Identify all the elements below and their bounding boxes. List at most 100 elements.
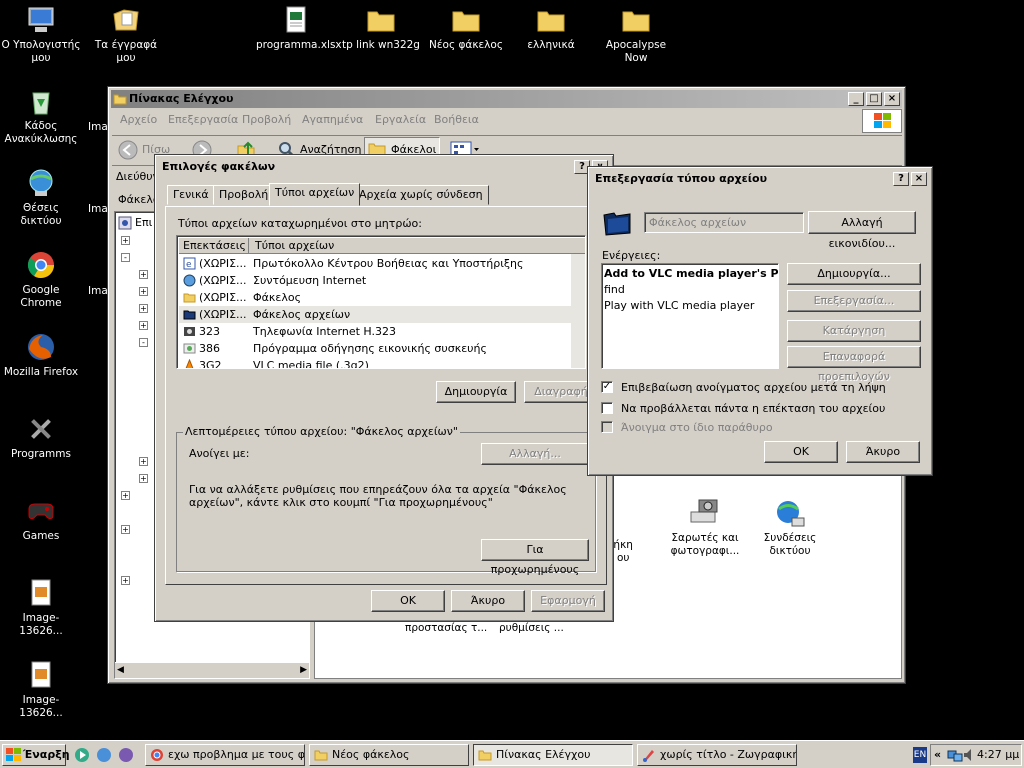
menu-file[interactable]: Αρχείο (120, 113, 157, 126)
change-button[interactable]: Αλλαγή... (481, 443, 589, 465)
desktop-icon-programms[interactable]: Programms (1, 413, 81, 461)
tree-expand-toggle[interactable]: + (139, 474, 148, 483)
media-player-icon[interactable] (74, 747, 90, 763)
desktop-icon-recycle-bin[interactable]: Κάδος Ανακύκλωσης (1, 85, 81, 146)
column-file-types[interactable]: Τύποι αρχείων (251, 238, 583, 254)
action-item[interactable]: find (604, 282, 625, 297)
browse-same-window-checkbox[interactable] (601, 421, 613, 433)
desktop-icon-games[interactable]: Games (1, 495, 81, 543)
desktop-icon-image-1[interactable]: Image-13626... (1, 577, 81, 638)
control-panel-titlebar[interactable]: Πίνακας Ελέγχου _ □ × (111, 90, 902, 108)
task-chrome[interactable]: εχω προβλημα με τους φ... (145, 744, 305, 766)
desktop-icon-apocalypse-now[interactable]: Apocalypse Now (596, 4, 676, 65)
cancel-button[interactable]: Άκυρο (451, 590, 525, 612)
column-extensions[interactable]: Επεκτάσεις (179, 238, 249, 254)
list-item[interactable]: 386 Πρόγραμμα οδήγησης εικονικής συσκευή… (179, 340, 571, 357)
tab-general[interactable]: Γενικά (167, 185, 215, 205)
menu-favorites[interactable]: Αγαπημένα (302, 113, 363, 126)
ok-button[interactable]: OK (371, 590, 445, 612)
control-panel-item-network-connections[interactable]: Συνδέσεις δικτύου (745, 498, 835, 558)
desktop-icon-ellinika[interactable]: ελληνικά (511, 4, 591, 52)
desktop-icon-my-documents[interactable]: Τα έγγραφά μου (86, 4, 166, 65)
file-type-name-field[interactable] (644, 212, 804, 233)
actions-list[interactable]: Add to VLC media player's Playlist find … (601, 263, 779, 369)
clock[interactable]: 4:27 μμ (977, 748, 1019, 761)
tree-expand-toggle[interactable]: + (139, 270, 148, 279)
tree-expand-toggle[interactable]: + (139, 457, 148, 466)
confirm-open-checkbox[interactable]: ✓ (601, 381, 613, 393)
vertical-scrollbar[interactable] (571, 254, 585, 368)
maximize-button[interactable]: □ (866, 92, 882, 106)
task-control-panel[interactable]: Πίνακας Ελέγχου (473, 744, 633, 766)
tab-file-types[interactable]: Τύποι αρχείων (269, 183, 361, 206)
system-tray: « 4:27 μμ (930, 744, 1022, 766)
tree-expand-toggle[interactable]: - (139, 338, 148, 347)
tab-view[interactable]: Προβολή (213, 185, 275, 205)
new-action-button[interactable]: Δημιουργία... (787, 263, 921, 285)
desktop-icon-tp-link[interactable]: tp link wn322g (341, 4, 421, 52)
scroll-left-icon[interactable]: ◀ (117, 665, 124, 675)
ok-button[interactable]: OK (764, 441, 838, 463)
minimize-button[interactable]: _ (848, 92, 864, 106)
excel-file-icon (286, 6, 306, 33)
close-button[interactable]: × (884, 92, 900, 106)
list-item[interactable]: (ΧΩΡΙΣ... Φάκελος (179, 289, 571, 306)
details-label: Λεπτομέρειες τύπου αρχείου: "Φάκελος αρχ… (183, 425, 460, 438)
list-item-selected[interactable]: (ΧΩΡΙΣ... Φάκελος αρχείων (179, 306, 571, 323)
cancel-button[interactable]: Άκυρο (846, 441, 920, 463)
volume-icon[interactable] (963, 748, 975, 762)
menu-view[interactable]: Προβολή (242, 113, 291, 126)
tray-expand-icon[interactable]: « (934, 748, 941, 761)
edit-action-button[interactable]: Επεξεργασία... (787, 290, 921, 312)
language-indicator[interactable]: EN (913, 747, 927, 763)
action-item[interactable]: Add to VLC media player's Playlist (604, 266, 778, 281)
edit-file-type-titlebar[interactable]: Επεξεργασία τύπου αρχείου ? × (591, 170, 929, 188)
desktop-icon-new-folder[interactable]: Νέος φάκελος (426, 4, 506, 52)
tree-expand-toggle[interactable]: + (121, 525, 130, 534)
tree-expand-toggle[interactable]: + (139, 321, 148, 330)
tree-expand-toggle[interactable]: + (121, 236, 130, 245)
scroll-right-icon[interactable]: ▶ (300, 665, 307, 675)
start-button[interactable]: Έναρξη (2, 744, 70, 766)
back-arrow-icon[interactable] (118, 140, 138, 160)
quicklaunch-icon[interactable] (96, 747, 112, 763)
apply-button[interactable]: Εφαρμογή (531, 590, 605, 612)
tab-offline-files[interactable]: Αρχεία χωρίς σύνδεση (353, 185, 489, 205)
reset-defaults-button[interactable]: Επαναφορά προεπιλογών (787, 346, 921, 383)
remove-action-button[interactable]: Κατάργηση (787, 320, 921, 342)
menu-edit[interactable]: Επεξεργασία (168, 113, 238, 126)
action-item[interactable]: Play with VLC media player (604, 298, 754, 313)
menu-help[interactable]: Βοήθεια (434, 113, 479, 126)
list-item[interactable]: 3G2 VLC media file (.3g2) (179, 357, 571, 368)
task-new-folder[interactable]: Νέος φάκελος (309, 744, 469, 766)
desktop-icon-programma[interactable]: programma.xlsx (256, 4, 342, 52)
control-panel-item-scanners[interactable]: Σαρωτές και φωτογραφι... (660, 498, 750, 558)
desktop-icon-image-2[interactable]: Image-13626... (1, 659, 81, 720)
desktop-icon-firefox[interactable]: Mozilla Firefox (1, 331, 81, 379)
tree-expand-toggle[interactable]: - (121, 253, 130, 262)
close-button[interactable]: × (911, 172, 927, 186)
tree-expand-toggle[interactable]: + (139, 304, 148, 313)
quicklaunch-icon[interactable] (118, 747, 134, 763)
advanced-button[interactable]: Για προχωρημένους (481, 539, 589, 576)
help-button[interactable]: ? (893, 172, 909, 186)
new-button[interactable]: Δημιουργία (436, 381, 516, 403)
menu-tools[interactable]: Εργαλεία (375, 113, 426, 126)
always-show-extension-checkbox[interactable] (601, 402, 613, 414)
list-item[interactable]: e (ΧΩΡΙΣ... Πρωτόκολλο Κέντρου Βοήθειας … (179, 255, 571, 272)
desktop-icon-chrome[interactable]: Google Chrome (1, 249, 81, 310)
list-item[interactable]: (ΧΩΡΙΣ... Συντόμευση Internet (179, 272, 571, 289)
desktop-partial-label: Ima (88, 285, 108, 297)
tree-expand-toggle[interactable]: + (121, 491, 130, 500)
change-icon-button[interactable]: Αλλαγή εικονιδίου... (808, 211, 916, 250)
tree-expand-toggle[interactable]: + (139, 287, 148, 296)
folder-options-titlebar[interactable]: Επιλογές φακέλων ? ∨ (158, 158, 610, 176)
task-paint[interactable]: χωρίς τίτλο - Ζωγραφική (637, 744, 797, 766)
desktop-icon-my-computer[interactable]: Ο Υπολογιστής μου (1, 4, 81, 65)
list-item[interactable]: 323 Τηλεφωνία Internet H.323 (179, 323, 571, 340)
tree-expand-toggle[interactable]: + (121, 576, 130, 585)
desktop-icon-network-places[interactable]: Θέσεις δικτύου (1, 167, 81, 228)
horizontal-scrollbar[interactable]: ◀ ▶ (115, 662, 309, 678)
file-types-list[interactable]: Επεκτάσεις Τύποι αρχείων e (ΧΩΡΙΣ... Πρω… (176, 235, 586, 369)
network-tray-icon[interactable] (947, 748, 963, 762)
